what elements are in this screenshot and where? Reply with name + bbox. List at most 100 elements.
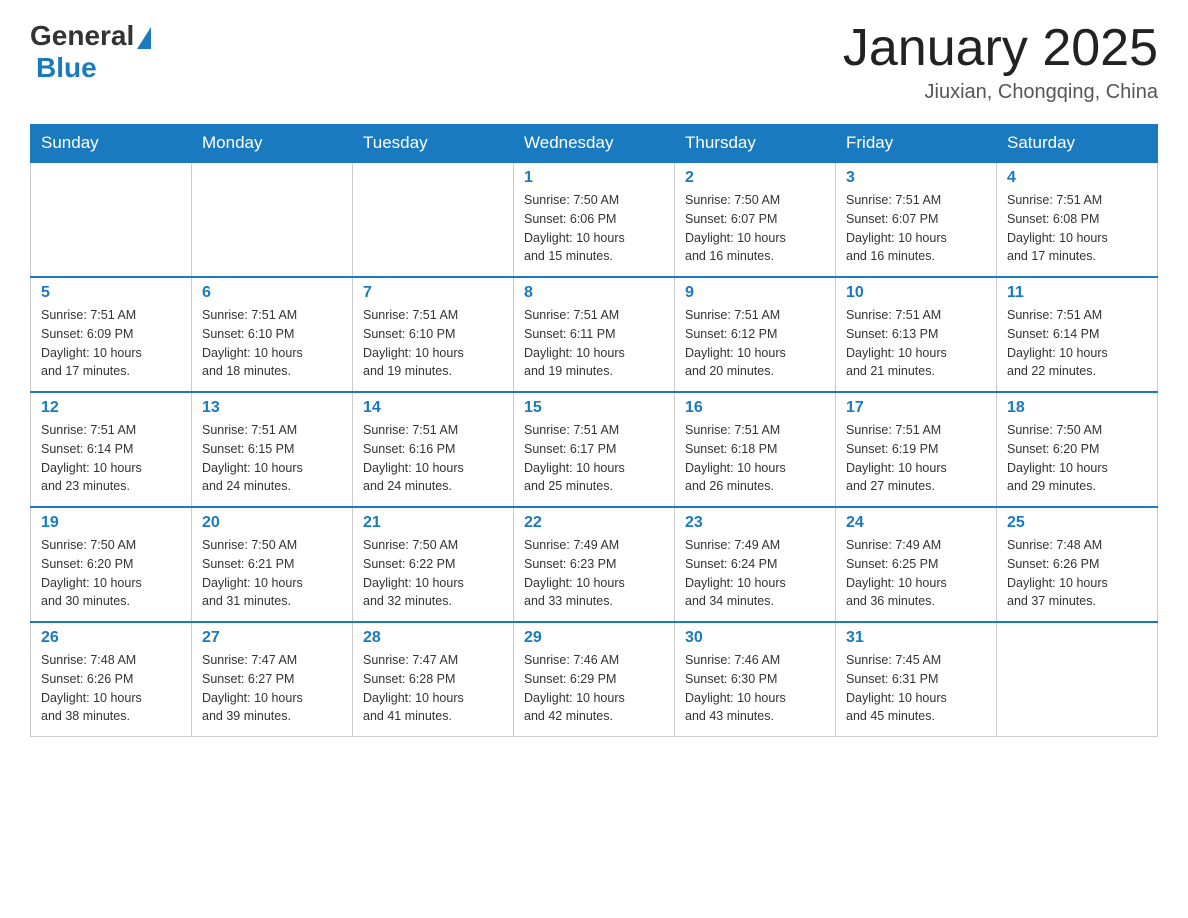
day-info: Sunrise: 7:51 AMSunset: 6:10 PMDaylight:… bbox=[363, 306, 503, 381]
day-number: 1 bbox=[524, 169, 664, 187]
calendar-cell: 18 Sunrise: 7:50 AMSunset: 6:20 PMDayligh… bbox=[997, 392, 1158, 507]
logo-blue-text: Blue bbox=[36, 52, 97, 84]
calendar-cell: 16 Sunrise: 7:51 AMSunset: 6:18 PMDayligh… bbox=[675, 392, 836, 507]
calendar-cell: 1 Sunrise: 7:50 AMSunset: 6:06 PMDaylight… bbox=[514, 162, 675, 277]
day-number: 3 bbox=[846, 169, 986, 187]
day-info: Sunrise: 7:51 AMSunset: 6:11 PMDaylight:… bbox=[524, 306, 664, 381]
day-number: 7 bbox=[363, 284, 503, 302]
calendar-cell: 17 Sunrise: 7:51 AMSunset: 6:19 PMDayligh… bbox=[836, 392, 997, 507]
day-number: 20 bbox=[202, 514, 342, 532]
calendar-cell: 22 Sunrise: 7:49 AMSunset: 6:23 PMDayligh… bbox=[514, 507, 675, 622]
day-info: Sunrise: 7:51 AMSunset: 6:09 PMDaylight:… bbox=[41, 306, 181, 381]
day-info: Sunrise: 7:51 AMSunset: 6:14 PMDaylight:… bbox=[1007, 306, 1147, 381]
calendar-cell: 27 Sunrise: 7:47 AMSunset: 6:27 PMDayligh… bbox=[192, 622, 353, 737]
calendar-header-thursday: Thursday bbox=[675, 125, 836, 163]
calendar-cell bbox=[31, 162, 192, 277]
day-info: Sunrise: 7:49 AMSunset: 6:24 PMDaylight:… bbox=[685, 536, 825, 611]
day-number: 13 bbox=[202, 399, 342, 417]
day-info: Sunrise: 7:51 AMSunset: 6:19 PMDaylight:… bbox=[846, 421, 986, 496]
calendar-cell: 8 Sunrise: 7:51 AMSunset: 6:11 PMDaylight… bbox=[514, 277, 675, 392]
calendar-cell: 23 Sunrise: 7:49 AMSunset: 6:24 PMDayligh… bbox=[675, 507, 836, 622]
calendar-week-row: 1 Sunrise: 7:50 AMSunset: 6:06 PMDaylight… bbox=[31, 162, 1158, 277]
day-number: 28 bbox=[363, 629, 503, 647]
calendar-header-sunday: Sunday bbox=[31, 125, 192, 163]
day-number: 31 bbox=[846, 629, 986, 647]
day-number: 16 bbox=[685, 399, 825, 417]
day-number: 6 bbox=[202, 284, 342, 302]
day-number: 12 bbox=[41, 399, 181, 417]
day-number: 30 bbox=[685, 629, 825, 647]
logo-general-text: General bbox=[30, 20, 134, 52]
calendar-cell: 31 Sunrise: 7:45 AMSunset: 6:31 PMDayligh… bbox=[836, 622, 997, 737]
calendar-header-tuesday: Tuesday bbox=[353, 125, 514, 163]
calendar-cell: 12 Sunrise: 7:51 AMSunset: 6:14 PMDayligh… bbox=[31, 392, 192, 507]
calendar-cell: 25 Sunrise: 7:48 AMSunset: 6:26 PMDayligh… bbox=[997, 507, 1158, 622]
calendar-week-row: 26 Sunrise: 7:48 AMSunset: 6:26 PMDayligh… bbox=[31, 622, 1158, 737]
calendar-week-row: 12 Sunrise: 7:51 AMSunset: 6:14 PMDayligh… bbox=[31, 392, 1158, 507]
day-info: Sunrise: 7:51 AMSunset: 6:14 PMDaylight:… bbox=[41, 421, 181, 496]
day-info: Sunrise: 7:51 AMSunset: 6:10 PMDaylight:… bbox=[202, 306, 342, 381]
calendar-cell: 10 Sunrise: 7:51 AMSunset: 6:13 PMDayligh… bbox=[836, 277, 997, 392]
day-info: Sunrise: 7:50 AMSunset: 6:07 PMDaylight:… bbox=[685, 191, 825, 266]
day-number: 17 bbox=[846, 399, 986, 417]
day-info: Sunrise: 7:51 AMSunset: 6:16 PMDaylight:… bbox=[363, 421, 503, 496]
day-info: Sunrise: 7:50 AMSunset: 6:22 PMDaylight:… bbox=[363, 536, 503, 611]
day-info: Sunrise: 7:50 AMSunset: 6:21 PMDaylight:… bbox=[202, 536, 342, 611]
day-info: Sunrise: 7:51 AMSunset: 6:18 PMDaylight:… bbox=[685, 421, 825, 496]
day-number: 19 bbox=[41, 514, 181, 532]
day-info: Sunrise: 7:46 AMSunset: 6:29 PMDaylight:… bbox=[524, 651, 664, 726]
calendar-cell: 15 Sunrise: 7:51 AMSunset: 6:17 PMDayligh… bbox=[514, 392, 675, 507]
day-info: Sunrise: 7:48 AMSunset: 6:26 PMDaylight:… bbox=[1007, 536, 1147, 611]
calendar-week-row: 19 Sunrise: 7:50 AMSunset: 6:20 PMDayligh… bbox=[31, 507, 1158, 622]
calendar-cell: 13 Sunrise: 7:51 AMSunset: 6:15 PMDayligh… bbox=[192, 392, 353, 507]
day-info: Sunrise: 7:51 AMSunset: 6:13 PMDaylight:… bbox=[846, 306, 986, 381]
calendar-cell: 9Sunrise: 7:51 AMSunset: 6:12 PMDaylight… bbox=[675, 277, 836, 392]
day-number: 24 bbox=[846, 514, 986, 532]
day-number: 23 bbox=[685, 514, 825, 532]
calendar-cell: 30 Sunrise: 7:46 AMSunset: 6:30 PMDayligh… bbox=[675, 622, 836, 737]
day-info: Sunrise: 7:47 AMSunset: 6:27 PMDaylight:… bbox=[202, 651, 342, 726]
calendar-cell bbox=[192, 162, 353, 277]
page-header: General Blue January 2025 Jiuxian, Chong… bbox=[30, 20, 1158, 104]
day-number: 26 bbox=[41, 629, 181, 647]
calendar-cell: 6 Sunrise: 7:51 AMSunset: 6:10 PMDaylight… bbox=[192, 277, 353, 392]
day-number: 10 bbox=[846, 284, 986, 302]
day-number: 18 bbox=[1007, 399, 1147, 417]
day-number: 2 bbox=[685, 169, 825, 187]
day-info: Sunrise: 7:51 AMSunset: 6:15 PMDaylight:… bbox=[202, 421, 342, 496]
day-number: 15 bbox=[524, 399, 664, 417]
day-info: Sunrise: 7:51 AMSunset: 6:07 PMDaylight:… bbox=[846, 191, 986, 266]
day-info: Sunrise: 7:50 AMSunset: 6:20 PMDaylight:… bbox=[41, 536, 181, 611]
title-section: January 2025 Jiuxian, Chongqing, China bbox=[843, 20, 1158, 104]
day-number: 5 bbox=[41, 284, 181, 302]
day-info: Sunrise: 7:51 AMSunset: 6:12 PMDaylight:… bbox=[685, 306, 825, 381]
day-info: Sunrise: 7:48 AMSunset: 6:26 PMDaylight:… bbox=[41, 651, 181, 726]
day-number: 27 bbox=[202, 629, 342, 647]
calendar-cell: 24Sunrise: 7:49 AMSunset: 6:25 PMDayligh… bbox=[836, 507, 997, 622]
calendar-header-saturday: Saturday bbox=[997, 125, 1158, 163]
day-number: 25 bbox=[1007, 514, 1147, 532]
calendar-cell: 3 Sunrise: 7:51 AMSunset: 6:07 PMDaylight… bbox=[836, 162, 997, 277]
day-number: 22 bbox=[524, 514, 664, 532]
calendar-cell: 5 Sunrise: 7:51 AMSunset: 6:09 PMDaylight… bbox=[31, 277, 192, 392]
day-info: Sunrise: 7:50 AMSunset: 6:06 PMDaylight:… bbox=[524, 191, 664, 266]
logo-triangle-icon bbox=[137, 27, 151, 49]
calendar-cell: 14Sunrise: 7:51 AMSunset: 6:16 PMDayligh… bbox=[353, 392, 514, 507]
day-info: Sunrise: 7:46 AMSunset: 6:30 PMDaylight:… bbox=[685, 651, 825, 726]
day-info: Sunrise: 7:45 AMSunset: 6:31 PMDaylight:… bbox=[846, 651, 986, 726]
day-number: 21 bbox=[363, 514, 503, 532]
calendar-cell: 21 Sunrise: 7:50 AMSunset: 6:22 PMDayligh… bbox=[353, 507, 514, 622]
calendar-cell: 28Sunrise: 7:47 AMSunset: 6:28 PMDayligh… bbox=[353, 622, 514, 737]
day-number: 29 bbox=[524, 629, 664, 647]
calendar-cell: 2 Sunrise: 7:50 AMSunset: 6:07 PMDaylight… bbox=[675, 162, 836, 277]
calendar-header-monday: Monday bbox=[192, 125, 353, 163]
location-text: Jiuxian, Chongqing, China bbox=[843, 81, 1158, 104]
month-title: January 2025 bbox=[843, 20, 1158, 77]
day-info: Sunrise: 7:49 AMSunset: 6:23 PMDaylight:… bbox=[524, 536, 664, 611]
day-info: Sunrise: 7:50 AMSunset: 6:20 PMDaylight:… bbox=[1007, 421, 1147, 496]
calendar-cell: 29 Sunrise: 7:46 AMSunset: 6:29 PMDayligh… bbox=[514, 622, 675, 737]
day-number: 4 bbox=[1007, 169, 1147, 187]
calendar-cell: 4Sunrise: 7:51 AMSunset: 6:08 PMDaylight… bbox=[997, 162, 1158, 277]
day-number: 8 bbox=[524, 284, 664, 302]
day-info: Sunrise: 7:51 AMSunset: 6:17 PMDaylight:… bbox=[524, 421, 664, 496]
